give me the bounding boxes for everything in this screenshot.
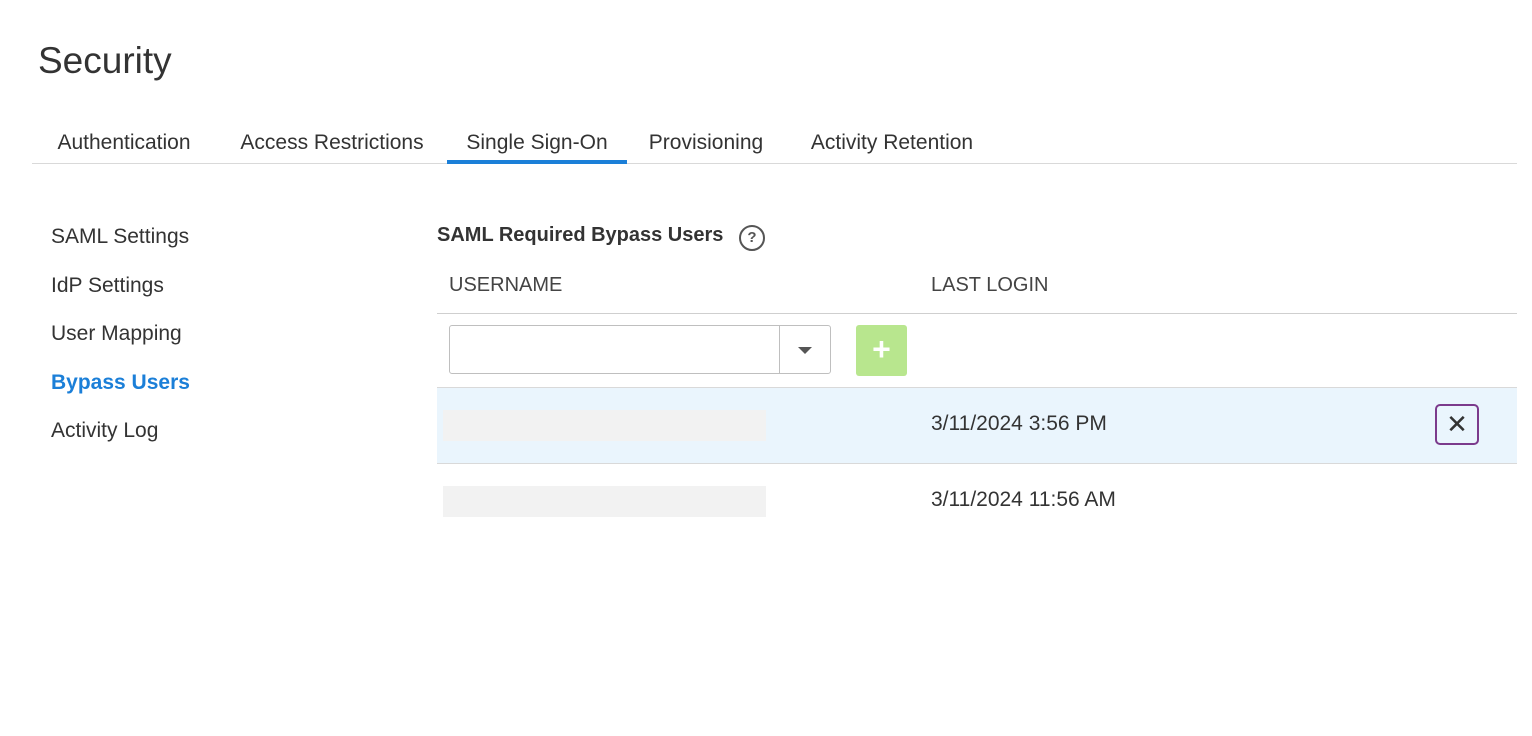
sidenav-item-saml-settings[interactable]: SAML Settings <box>51 225 189 249</box>
column-header-last-login[interactable]: LAST LOGIN <box>931 274 1048 297</box>
sidenav-item-activity-log[interactable]: Activity Log <box>51 419 158 443</box>
column-header-username[interactable]: USERNAME <box>449 274 562 297</box>
caret-down-icon <box>798 347 812 354</box>
last-login-cell: 3/11/2024 11:56 AM <box>931 488 1116 511</box>
username-dropdown-toggle[interactable] <box>779 326 830 373</box>
tab-access-restrictions[interactable]: Access Restrictions <box>234 126 430 163</box>
last-login-cell: 3/11/2024 3:56 PM <box>931 412 1107 435</box>
sidenav-item-user-mapping[interactable]: User Mapping <box>51 322 182 346</box>
username-input[interactable] <box>450 326 780 373</box>
section-title: SAML Required Bypass Users <box>437 224 724 246</box>
page-title: Security <box>38 40 172 81</box>
tab-authentication[interactable]: Authentication <box>50 126 198 163</box>
sidenav-item-bypass-users[interactable]: Bypass Users <box>51 371 190 395</box>
close-icon: ✕ <box>1446 409 1468 439</box>
username-combobox <box>449 325 831 374</box>
username-cell <box>443 410 766 441</box>
table-row[interactable]: 3/11/2024 3:56 PM ✕ <box>437 388 1517 464</box>
remove-user-button[interactable]: ✕ <box>1435 404 1479 445</box>
tab-single-sign-on[interactable]: Single Sign-On <box>447 126 627 164</box>
tab-provisioning[interactable]: Provisioning <box>644 126 768 163</box>
table-header: USERNAME LAST LOGIN <box>437 262 1517 314</box>
question-circle-icon[interactable]: ? <box>739 225 765 251</box>
username-cell <box>443 486 766 517</box>
add-user-row: + <box>437 314 1517 388</box>
add-user-button[interactable]: + <box>856 325 907 376</box>
sidenav-item-idp-settings[interactable]: IdP Settings <box>51 274 164 298</box>
tab-activity-retention[interactable]: Activity Retention <box>802 126 982 163</box>
tab-bar: Authentication Access Restrictions Singl… <box>32 126 1517 164</box>
table-row[interactable]: 3/11/2024 11:56 AM <box>437 464 1517 539</box>
